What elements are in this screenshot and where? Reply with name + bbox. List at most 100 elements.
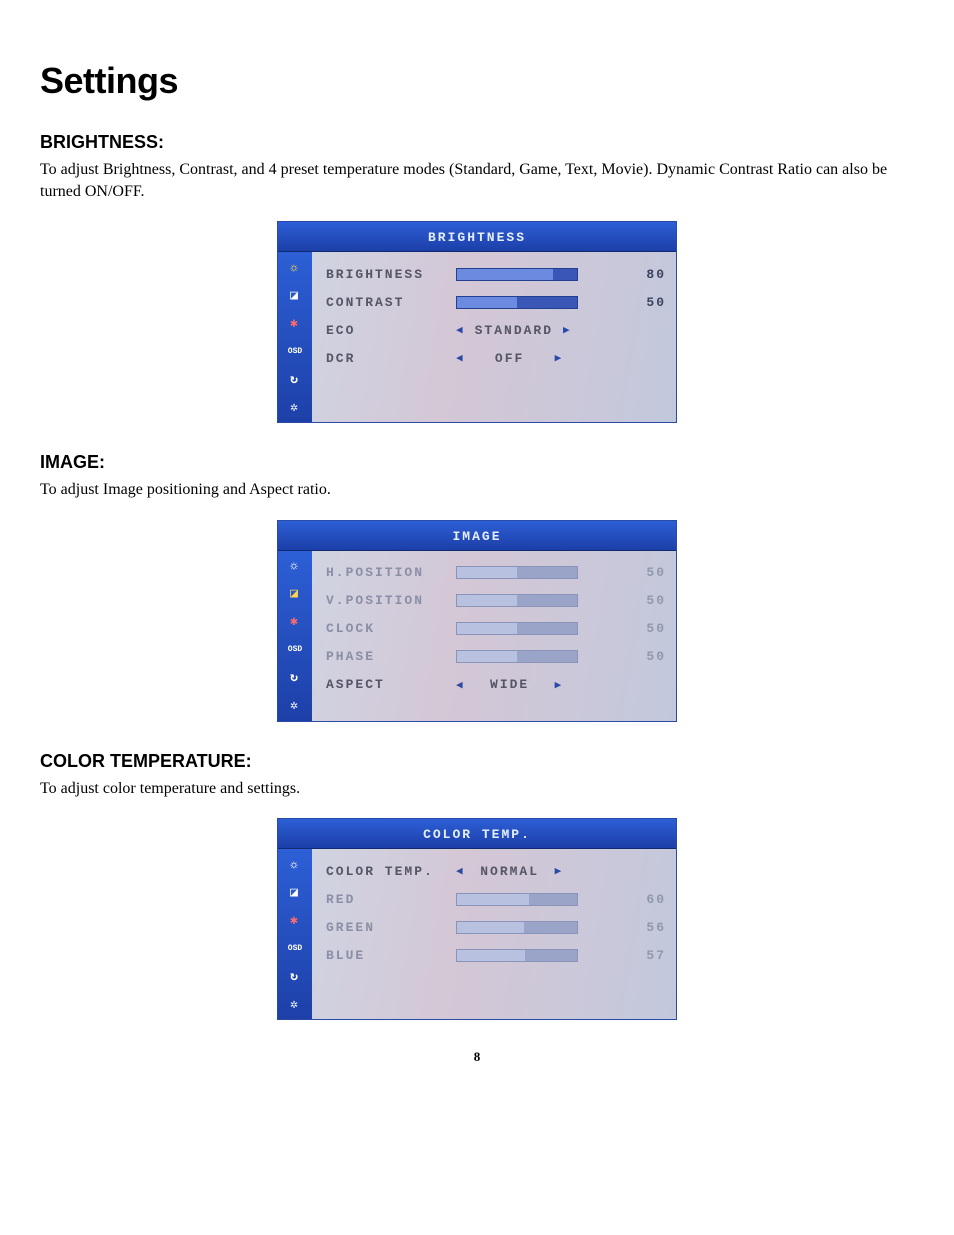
color-icon[interactable]: ✱: [284, 909, 306, 931]
slider-fill: [457, 269, 553, 280]
slider-bar: [456, 622, 578, 635]
slider-fill: [457, 651, 517, 662]
osd-row-brightness[interactable]: BRIGHTNESS 80: [326, 260, 666, 288]
slider-fill: [457, 894, 529, 905]
row-value: 80: [632, 267, 666, 282]
picture-icon[interactable]: ◪: [284, 881, 306, 903]
slider-fill: [457, 922, 524, 933]
row-label: CONTRAST: [326, 295, 456, 310]
section-heading-brightness: BRIGHTNESS:: [40, 132, 914, 153]
osd-tab-icons: ☼ ◪ ✱ OSD ↻ ✲: [278, 849, 312, 1019]
osd-icon[interactable]: OSD: [284, 340, 306, 362]
osd-row-phase: PHASE 50: [326, 643, 666, 671]
osd-panel-image: IMAGE ☼ ◪ ✱ OSD ↻ ✲ H.POSITION 50 V.POSI…: [278, 521, 676, 721]
sun-icon[interactable]: ☼: [284, 256, 306, 278]
sun-icon[interactable]: ☼: [284, 555, 306, 577]
sun-icon[interactable]: ☼: [284, 853, 306, 875]
selector[interactable]: ◀ STANDARD ▶: [456, 323, 572, 338]
row-value: 56: [632, 920, 666, 935]
row-value: 50: [632, 649, 666, 664]
osd-panel-brightness: BRIGHTNESS ☼ ◪ ✱ OSD ↻ ✲ BRIGHTNESS 80 C…: [278, 222, 676, 422]
arrow-left-icon[interactable]: ◀: [456, 864, 465, 878]
slider-bar: [456, 893, 578, 906]
osd-row-vposition: V.POSITION 50: [326, 587, 666, 615]
selector-value: NORMAL: [475, 864, 545, 879]
osd-row-contrast[interactable]: CONTRAST 50: [326, 288, 666, 316]
arrow-right-icon[interactable]: ▶: [555, 678, 564, 692]
arrow-right-icon[interactable]: ▶: [563, 323, 572, 337]
picture-icon[interactable]: ◪: [284, 583, 306, 605]
osd-row-hposition: H.POSITION 50: [326, 559, 666, 587]
reset-icon[interactable]: ↻: [284, 965, 306, 987]
slider-fill: [457, 950, 525, 961]
slider-bar: [456, 594, 578, 607]
arrow-left-icon[interactable]: ◀: [456, 678, 465, 692]
section-body-color: To adjust color temperature and settings…: [40, 778, 914, 800]
page-title: Settings: [40, 60, 914, 102]
arrow-left-icon[interactable]: ◀: [456, 323, 465, 337]
row-label: ASPECT: [326, 677, 456, 692]
row-label: V.POSITION: [326, 593, 456, 608]
row-label: H.POSITION: [326, 565, 456, 580]
selector[interactable]: ◀ OFF ▶: [456, 351, 563, 366]
misc-icon[interactable]: ✲: [284, 993, 306, 1015]
osd-row-aspect[interactable]: ASPECT ◀ WIDE ▶: [326, 671, 666, 699]
page-number: 8: [40, 1049, 914, 1065]
selector-value: OFF: [475, 351, 545, 366]
row-value: 57: [632, 948, 666, 963]
osd-title: BRIGHTNESS: [278, 222, 676, 252]
row-value: 50: [632, 295, 666, 310]
row-label: CLOCK: [326, 621, 456, 636]
selector-value: WIDE: [475, 677, 545, 692]
section-heading-image: IMAGE:: [40, 452, 914, 473]
row-label: BRIGHTNESS: [326, 267, 456, 282]
row-value: 60: [632, 892, 666, 907]
section-body-brightness: To adjust Brightness, Contrast, and 4 pr…: [40, 159, 914, 202]
osd-row-dcr[interactable]: DCR ◀ OFF ▶: [326, 344, 666, 372]
slider-fill: [457, 567, 517, 578]
color-icon[interactable]: ✱: [284, 611, 306, 633]
section-heading-color: COLOR TEMPERATURE:: [40, 751, 914, 772]
color-icon[interactable]: ✱: [284, 312, 306, 334]
row-label: RED: [326, 892, 456, 907]
selector[interactable]: ◀ WIDE ▶: [456, 677, 563, 692]
slider-bar[interactable]: [456, 296, 578, 309]
slider-bar: [456, 949, 578, 962]
reset-icon[interactable]: ↻: [284, 667, 306, 689]
reset-icon[interactable]: ↻: [284, 368, 306, 390]
osd-row-red: RED 60: [326, 885, 666, 913]
row-label: GREEN: [326, 920, 456, 935]
arrow-left-icon[interactable]: ◀: [456, 351, 465, 365]
osd-icon[interactable]: OSD: [284, 639, 306, 661]
osd-row-clock: CLOCK 50: [326, 615, 666, 643]
arrow-right-icon[interactable]: ▶: [555, 351, 564, 365]
row-label: ECO: [326, 323, 456, 338]
osd-title: IMAGE: [278, 521, 676, 551]
slider-bar: [456, 921, 578, 934]
section-body-image: To adjust Image positioning and Aspect r…: [40, 479, 914, 501]
row-value: 50: [632, 621, 666, 636]
osd-tab-icons: ☼ ◪ ✱ OSD ↻ ✲: [278, 252, 312, 422]
osd-row-green: GREEN 56: [326, 913, 666, 941]
osd-panel-color: COLOR TEMP. ☼ ◪ ✱ OSD ↻ ✲ COLOR TEMP. ◀ …: [278, 819, 676, 1019]
slider-bar[interactable]: [456, 268, 578, 281]
slider-fill: [457, 623, 517, 634]
row-label: BLUE: [326, 948, 456, 963]
osd-tab-icons: ☼ ◪ ✱ OSD ↻ ✲: [278, 551, 312, 721]
arrow-right-icon[interactable]: ▶: [555, 864, 564, 878]
row-value: 50: [632, 565, 666, 580]
row-label: DCR: [326, 351, 456, 366]
osd-row-colortemp[interactable]: COLOR TEMP. ◀ NORMAL ▶: [326, 857, 666, 885]
osd-icon[interactable]: OSD: [284, 937, 306, 959]
misc-icon[interactable]: ✲: [284, 695, 306, 717]
misc-icon[interactable]: ✲: [284, 396, 306, 418]
row-label: PHASE: [326, 649, 456, 664]
osd-row-blue: BLUE 57: [326, 941, 666, 969]
row-value: 50: [632, 593, 666, 608]
selector[interactable]: ◀ NORMAL ▶: [456, 864, 563, 879]
picture-icon[interactable]: ◪: [284, 284, 306, 306]
osd-row-eco[interactable]: ECO ◀ STANDARD ▶: [326, 316, 666, 344]
slider-fill: [457, 595, 517, 606]
slider-fill: [457, 297, 517, 308]
slider-bar: [456, 650, 578, 663]
